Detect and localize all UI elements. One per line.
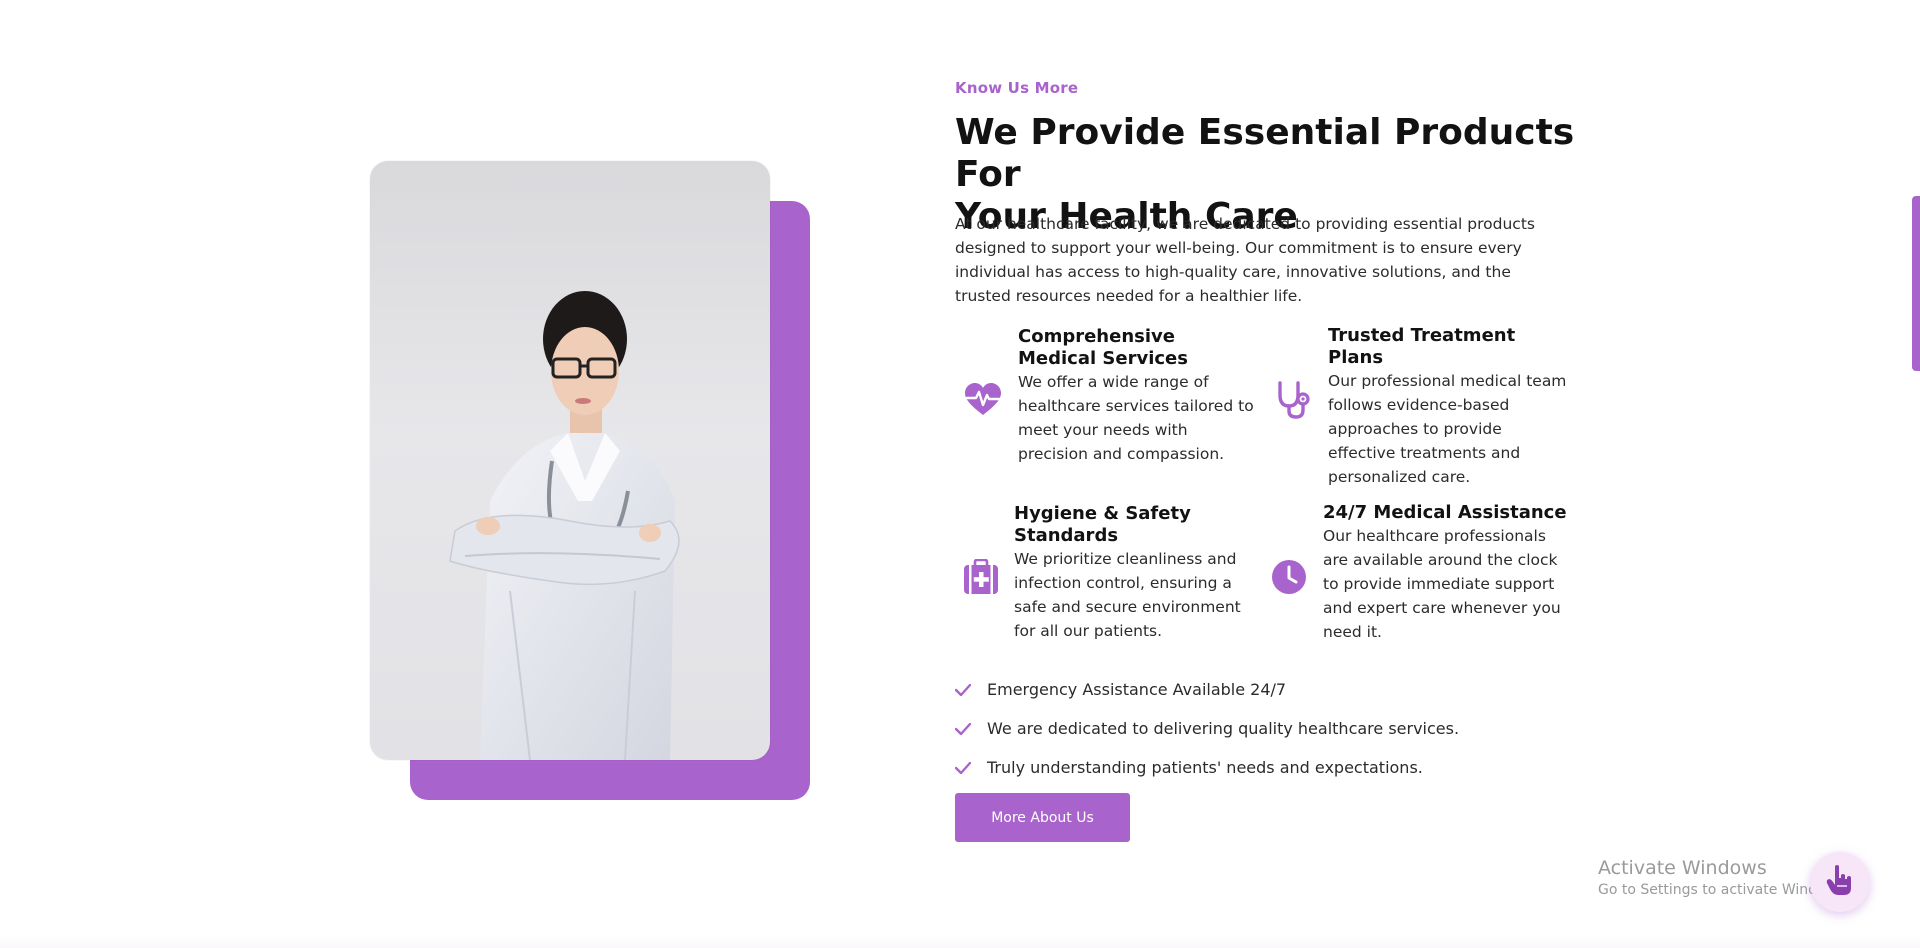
feature-text: We offer a wide range of healthcare serv… (1018, 373, 1254, 463)
heading-line-1: We Provide Essential Products For (955, 112, 1575, 195)
checklist-text: We are dedicated to delivering quality h… (987, 719, 1460, 738)
hand-pointer-icon (1826, 864, 1854, 900)
check-icon (955, 722, 987, 735)
check-icon (955, 683, 987, 696)
checklist-item: We are dedicated to delivering quality h… (955, 709, 1555, 748)
more-about-us-button[interactable]: More About Us (955, 793, 1130, 842)
benefits-checklist: Emergency Assistance Available 24/7 We a… (955, 670, 1555, 787)
feature-title: Trusted Treatment Plans (1328, 325, 1516, 368)
feature-text: Our professional medical team follows ev… (1328, 372, 1567, 486)
checklist-text: Truly understanding patients' needs and … (987, 758, 1423, 777)
stethoscope-icon (1273, 380, 1313, 420)
intro-paragraph: At our healthcare facility, we are dedic… (955, 215, 1535, 305)
section-eyebrow: Know Us More (955, 79, 1079, 97)
clock-icon (1269, 557, 1309, 597)
feature-title: Hygiene & Safety Standards (1014, 503, 1191, 546)
check-icon (955, 761, 987, 774)
checklist-text: Emergency Assistance Available 24/7 (987, 680, 1287, 699)
medical-kit-icon (961, 557, 1001, 597)
checklist-item: Truly understanding patients' needs and … (955, 748, 1555, 787)
checklist-item: Emergency Assistance Available 24/7 (955, 670, 1555, 709)
scrollbar-thumb[interactable] (1912, 196, 1920, 371)
feature-title: Comprehensive Medical Services (1018, 326, 1188, 369)
section-divider (0, 934, 1920, 948)
feature-text: Our healthcare professionals are availab… (1323, 527, 1561, 641)
feature-text: We prioritize cleanliness and infection … (1014, 550, 1241, 640)
doctor-photo (370, 161, 770, 760)
feature-title: 24/7 Medical Assistance (1323, 502, 1567, 523)
floating-action-button[interactable] (1810, 852, 1870, 912)
heartbeat-icon (963, 380, 1003, 420)
